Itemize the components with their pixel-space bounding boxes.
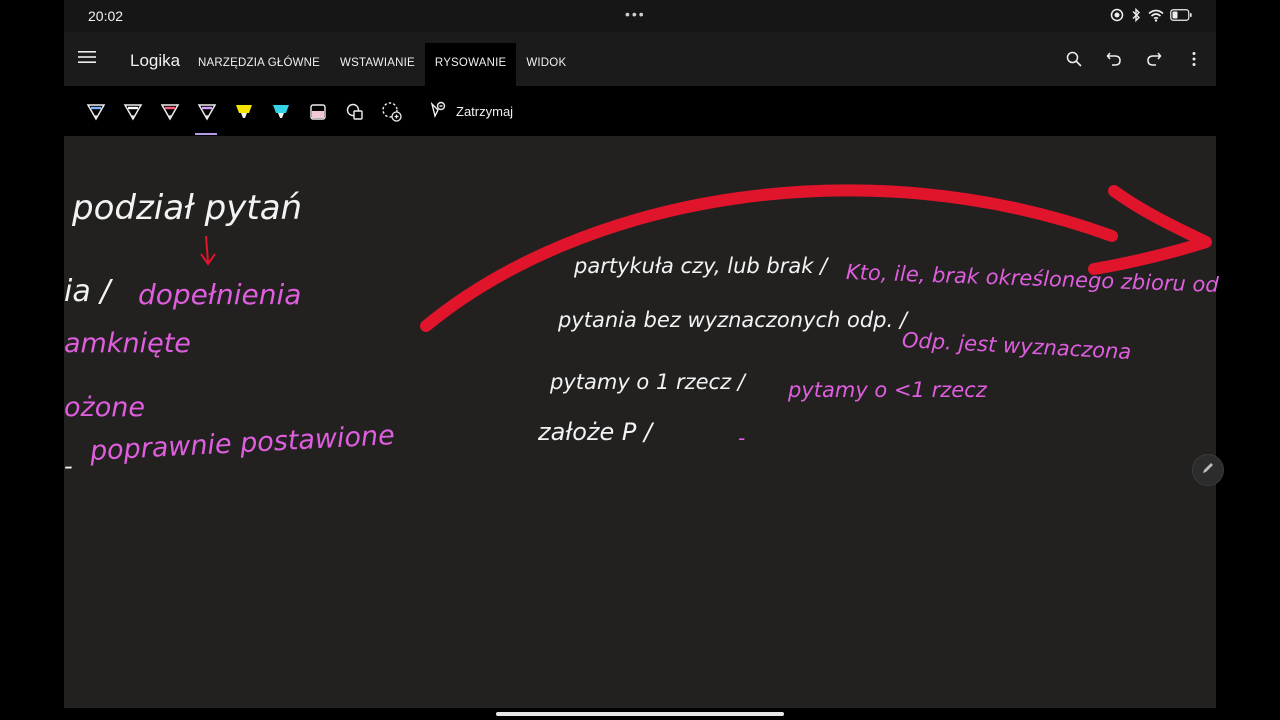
- ink-left-row3: ożone: [64, 392, 145, 423]
- ink-right-row3-white: pytamy o 1 rzecz /: [550, 370, 745, 394]
- status-bar: 20:02 •••: [64, 0, 1216, 32]
- pencil-icon: [1201, 461, 1215, 480]
- selected-tool-indicator: [195, 133, 217, 135]
- small-red-arrow: [200, 235, 216, 266]
- pen-blue-icon[interactable]: [84, 100, 108, 124]
- ribbon-tabs: NARZĘDZIA GŁÓWNE WSTAWIANIE RYSOWANIE WI…: [188, 43, 576, 86]
- note-canvas[interactable]: podział pytań ia / dopełnienia amknięte …: [64, 136, 1224, 708]
- tab-home[interactable]: NARZĘDZIA GŁÓWNE: [188, 43, 330, 86]
- highlighter-yellow-icon[interactable]: [232, 100, 256, 124]
- ink-heading: podział pytań: [72, 188, 303, 228]
- redo-icon[interactable]: [1144, 48, 1164, 70]
- pen-purple-icon[interactable]: [195, 100, 219, 124]
- tab-draw[interactable]: RYSOWANIE: [424, 43, 517, 86]
- ink-right-row4-pink: -: [738, 426, 746, 450]
- status-time: 20:02: [88, 8, 124, 24]
- status-icons: [1110, 8, 1192, 22]
- stop-drawing-button[interactable]: Zatrzymaj: [428, 100, 513, 123]
- more-options-icon[interactable]: [1184, 48, 1204, 70]
- bluetooth-icon: [1130, 8, 1142, 22]
- highlighter-cyan-icon[interactable]: [269, 100, 293, 124]
- highlighter-pink-icon[interactable]: [306, 100, 330, 124]
- notebook-title: Logika: [130, 51, 181, 70]
- home-indicator[interactable]: [496, 712, 784, 716]
- onenote-app: 20:02 ••• Logika NARZĘDZIA GŁÓWNE WSTAWI…: [64, 0, 1224, 708]
- app-bar-actions: [1064, 48, 1204, 70]
- search-icon[interactable]: [1064, 48, 1084, 70]
- ink-left-row1-white: ia /: [64, 274, 111, 309]
- tab-insert[interactable]: WSTAWIANIE: [330, 43, 425, 86]
- pen-tool-handle[interactable]: [1192, 454, 1224, 486]
- battery-icon: [1170, 9, 1192, 21]
- ink-right-row2-white: pytania bez wyznaczonych odp. /: [558, 308, 907, 332]
- ink-left-row4-white: -: [64, 452, 73, 480]
- multitasking-dots[interactable]: •••: [625, 6, 646, 22]
- pen-white-icon[interactable]: [121, 100, 145, 124]
- app-bar: Logika NARZĘDZIA GŁÓWNE WSTAWIANIE RYSOW…: [64, 32, 1216, 86]
- tab-view[interactable]: WIDOK: [516, 43, 576, 86]
- draw-toolbar: Zatrzymaj: [64, 86, 1216, 136]
- wifi-icon: [1148, 9, 1164, 22]
- ink-right-row3-pink: pytamy o <1 rzecz: [788, 378, 987, 402]
- undo-icon[interactable]: [1104, 48, 1124, 70]
- ink-left-row1-pink: dopełnienia: [138, 278, 302, 311]
- shapes-icon[interactable]: [343, 100, 367, 124]
- ink-right-row1-white: partykuła czy, lub brak /: [574, 254, 828, 278]
- ink-left-row2: amknięte: [64, 328, 191, 359]
- pen-stop-icon: [428, 100, 448, 123]
- focus-icon: [1110, 8, 1124, 22]
- hamburger-menu-icon[interactable]: [78, 50, 96, 69]
- ink-right-row4-white: założe P /: [538, 418, 653, 446]
- lasso-add-icon[interactable]: [380, 100, 404, 124]
- pen-red-icon[interactable]: [158, 100, 182, 124]
- stop-drawing-label: Zatrzymaj: [456, 104, 514, 119]
